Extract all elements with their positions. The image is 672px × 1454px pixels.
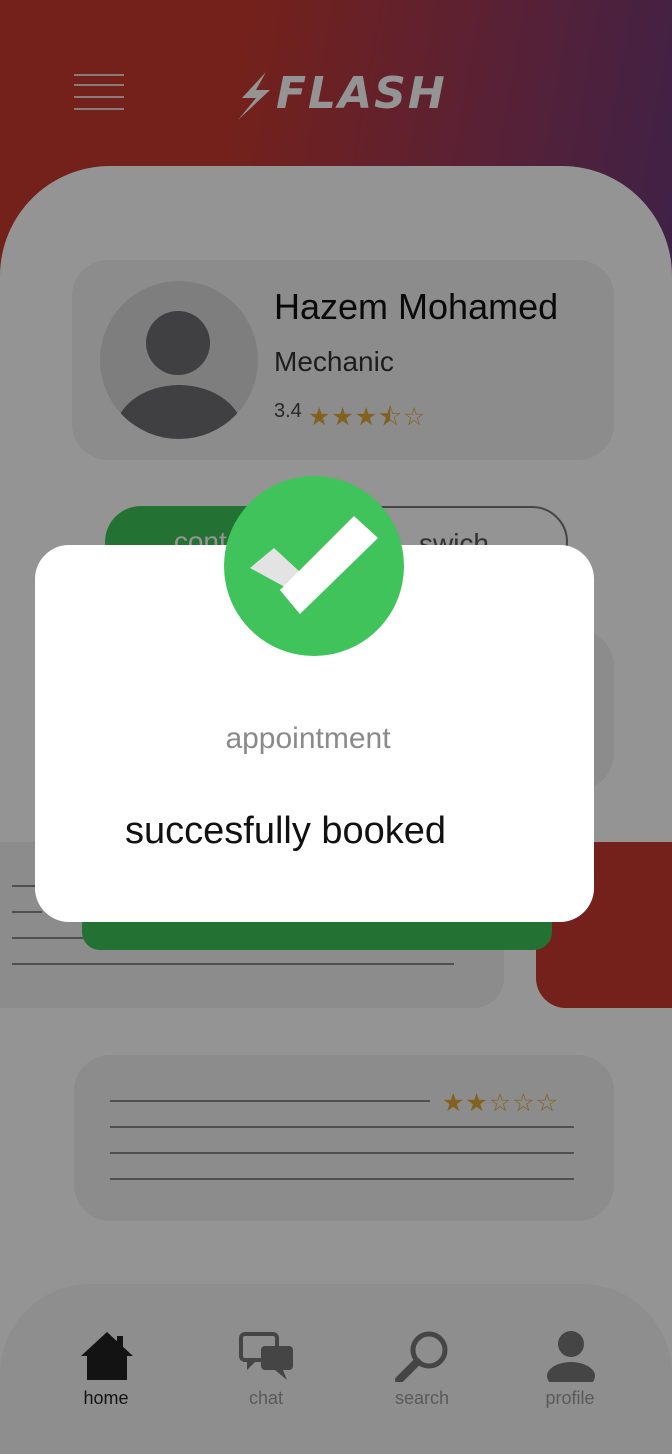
success-badge (224, 476, 404, 656)
checkmark-icon (250, 516, 378, 614)
dialog-message: succesfully booked (125, 810, 447, 852)
dialog-title: appointment (225, 722, 391, 755)
screen: FLASH Hazem Mohamed Mechanic 3.4 ★★★⯪☆ c… (0, 0, 672, 1454)
